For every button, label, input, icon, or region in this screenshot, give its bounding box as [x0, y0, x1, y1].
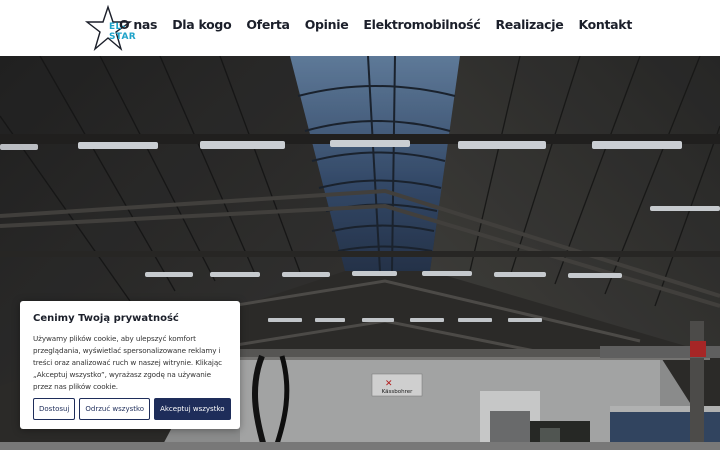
nav-item-realizacje[interactable]: Realizacje: [495, 17, 563, 32]
cookie-consent-dialog: Cenimy Twoją prywatność Używamy plików c…: [20, 301, 240, 429]
nav-item-dla-kogo[interactable]: Dla kogo: [172, 17, 231, 32]
main-nav: O nas Dla kogo Oferta Opinie Elektromobi…: [119, 0, 632, 48]
reject-all-button[interactable]: Odrzuć wszystko: [79, 398, 151, 420]
cookie-description: Używamy plików cookie, aby ulepszyć komf…: [33, 334, 222, 391]
nav-item-opinie[interactable]: Opinie: [305, 17, 349, 32]
customize-button[interactable]: Dostosuj: [33, 398, 76, 420]
nav-item-kontakt[interactable]: Kontakt: [578, 17, 632, 32]
site-header: EL-STAR O nas Dla kogo Oferta Opinie Ele…: [0, 0, 720, 56]
nav-item-o-nas[interactable]: O nas: [119, 17, 158, 32]
nav-item-elektromobilnosc[interactable]: Elektromobilność: [363, 17, 480, 32]
nav-item-oferta[interactable]: Oferta: [246, 17, 290, 32]
accept-all-button[interactable]: Akceptuj wszystko: [154, 398, 231, 420]
cookie-buttons: Dostosuj Odrzuć wszystko Akceptuj wszyst…: [33, 398, 231, 420]
cookie-title: Cenimy Twoją prywatność: [33, 313, 179, 324]
